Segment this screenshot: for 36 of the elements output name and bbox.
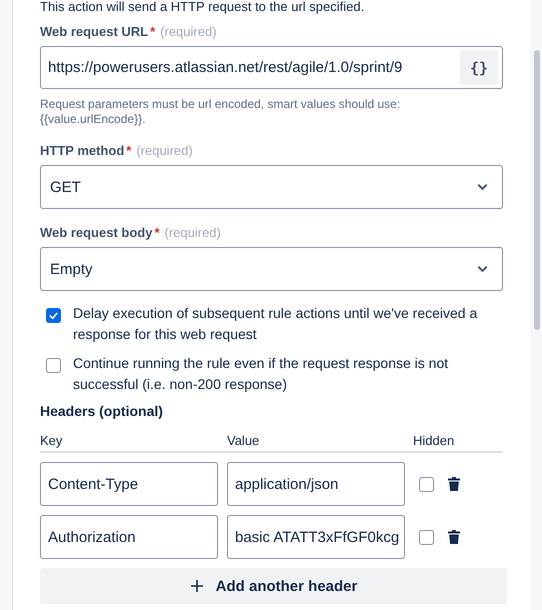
chevron-down-icon: [477, 183, 488, 191]
required-asterisk: *: [154, 225, 160, 240]
required-asterisk: *: [150, 24, 156, 39]
column-header: Key: [40, 433, 64, 448]
checkbox[interactable]: [46, 308, 61, 323]
checkbox[interactable]: [46, 358, 61, 373]
url-field[interactable]: https://powerusers.atlassian.net/rest/agile/1.0/sprint/9 {}: [40, 46, 503, 89]
value-field[interactable]: application/json: [227, 462, 405, 506]
field-label: Web request body: [40, 225, 152, 240]
scrollbar[interactable]: [534, 50, 540, 330]
checkbox-label: Delay execution of subsequent rule actions until we've received a response for this web request: [73, 304, 478, 344]
dropdown-field[interactable]: Empty: [40, 247, 503, 291]
dropdown-field[interactable]: GET: [40, 165, 503, 209]
required-hint: (required): [164, 225, 221, 240]
trash-icon[interactable]: [448, 477, 460, 491]
help-text: Request parameters must be url encoded, smart values should use: {{value.urlEncode}}.: [40, 97, 402, 127]
value-field[interactable]: basic ATATT3xFfGF0kcg: [227, 515, 405, 559]
smart-value-button[interactable]: {}: [460, 50, 498, 85]
required-hint: (required): [160, 24, 217, 39]
key-field[interactable]: Content-Type: [40, 462, 218, 506]
checkbox[interactable]: [419, 530, 434, 544]
field-label: HTTP method: [40, 143, 124, 158]
trash-icon[interactable]: [448, 530, 460, 544]
required-asterisk: *: [126, 143, 132, 158]
chevron-down-icon: [477, 265, 488, 273]
checkbox[interactable]: [419, 476, 434, 492]
section-heading: Headers (optional): [40, 403, 164, 419]
field-label: Web request URL: [40, 24, 148, 39]
add-header-button[interactable]: Add another header: [40, 568, 507, 604]
column-header: Value: [227, 433, 260, 448]
description-text: This action will send a HTTP request to the url specified.: [40, 0, 366, 14]
column-header: Hidden: [413, 433, 454, 448]
key-field[interactable]: Authorization: [40, 515, 218, 559]
plus-icon: [190, 579, 204, 593]
required-hint: (required): [136, 143, 193, 158]
checkbox-label: Continue running the rule even if the request response is not successful (i.e. non-200 response): [73, 354, 450, 394]
